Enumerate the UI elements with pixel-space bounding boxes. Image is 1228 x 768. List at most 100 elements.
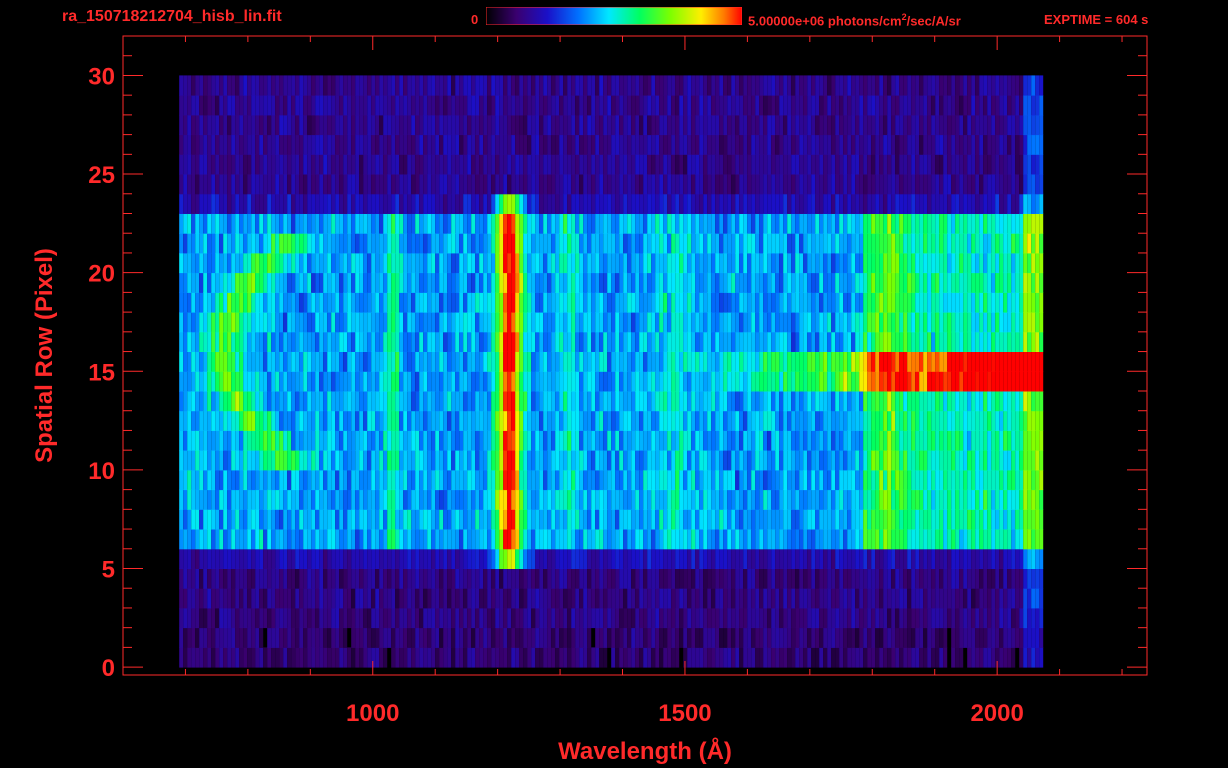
heatmap-cell bbox=[451, 489, 456, 510]
heatmap-cell bbox=[851, 607, 856, 629]
heatmap-cell bbox=[327, 529, 332, 550]
heatmap-cell bbox=[823, 469, 828, 491]
heatmap-cell bbox=[623, 647, 628, 668]
heatmap-cell bbox=[723, 450, 728, 471]
heatmap-cell bbox=[207, 548, 212, 569]
heatmap-cell bbox=[287, 607, 292, 629]
heatmap-cell bbox=[935, 331, 940, 352]
heatmap-cell bbox=[283, 627, 288, 648]
heatmap-cell bbox=[759, 252, 764, 274]
heatmap-cell bbox=[303, 489, 308, 510]
heatmap-cell bbox=[655, 489, 660, 510]
heatmap-cell bbox=[679, 489, 684, 510]
heatmap-cell bbox=[767, 213, 772, 234]
heatmap-cell bbox=[879, 292, 884, 313]
heatmap-cell bbox=[339, 233, 344, 254]
heatmap-cell bbox=[667, 489, 672, 510]
heatmap-cell bbox=[611, 351, 616, 372]
heatmap-cell bbox=[335, 529, 340, 550]
heatmap-cell bbox=[607, 509, 612, 530]
heatmap-cell bbox=[795, 233, 800, 254]
heatmap-cell bbox=[683, 252, 688, 274]
heatmap-cell bbox=[319, 410, 324, 431]
heatmap-cell bbox=[823, 588, 828, 609]
heatmap-cell bbox=[907, 312, 912, 333]
heatmap-cell bbox=[659, 233, 664, 254]
heatmap-cell bbox=[227, 351, 232, 372]
heatmap-cell bbox=[699, 410, 704, 431]
heatmap-cell bbox=[867, 548, 872, 569]
heatmap-cell bbox=[259, 193, 264, 214]
heatmap-cell bbox=[435, 450, 440, 471]
heatmap-cell bbox=[611, 529, 616, 550]
heatmap-cell bbox=[219, 529, 224, 550]
heatmap-cell bbox=[507, 568, 512, 589]
heatmap-cell bbox=[827, 607, 832, 629]
heatmap-cell bbox=[303, 312, 308, 333]
heatmap-cell bbox=[703, 509, 708, 530]
heatmap-cell bbox=[307, 627, 312, 648]
heatmap-cell bbox=[807, 489, 812, 510]
heatmap-cell bbox=[1015, 509, 1020, 530]
heatmap-cell bbox=[535, 627, 540, 648]
heatmap-cell bbox=[403, 627, 408, 648]
heatmap-cell bbox=[199, 351, 204, 372]
heatmap-cell bbox=[447, 391, 452, 412]
heatmap-cell bbox=[239, 391, 244, 412]
heatmap-cell bbox=[751, 312, 756, 333]
heatmap-cell bbox=[775, 252, 780, 274]
heatmap-cell bbox=[675, 489, 680, 510]
heatmap-cell bbox=[515, 489, 520, 510]
heatmap-cell bbox=[263, 272, 268, 293]
heatmap-cell bbox=[323, 252, 328, 274]
heatmap-cell bbox=[503, 391, 508, 412]
heatmap-cell bbox=[215, 529, 220, 550]
heatmap-cell bbox=[491, 272, 496, 293]
heatmap-cell bbox=[623, 391, 628, 412]
heatmap-cell bbox=[975, 607, 980, 629]
heatmap-cell bbox=[515, 469, 520, 491]
heatmap-cell bbox=[195, 588, 200, 609]
heatmap-cell bbox=[867, 410, 872, 431]
heatmap-cell bbox=[939, 292, 944, 313]
heatmap-cell bbox=[991, 450, 996, 471]
heatmap-cell bbox=[255, 351, 260, 372]
heatmap-cell bbox=[767, 272, 772, 293]
heatmap-cell bbox=[571, 469, 576, 491]
heatmap-cell bbox=[223, 509, 228, 530]
heatmap-cell bbox=[739, 213, 744, 234]
heatmap-cell bbox=[971, 213, 976, 234]
heatmap-cell bbox=[511, 607, 516, 629]
heatmap-cell bbox=[619, 647, 624, 668]
heatmap-cell bbox=[647, 647, 652, 668]
heatmap-cell bbox=[1027, 588, 1032, 609]
heatmap-cell bbox=[1015, 450, 1020, 471]
heatmap-cell bbox=[179, 529, 184, 550]
heatmap-cell bbox=[279, 627, 284, 648]
heatmap-cell bbox=[523, 430, 528, 451]
heatmap-cell bbox=[759, 312, 764, 333]
heatmap-cell bbox=[291, 430, 296, 451]
heatmap-cell bbox=[515, 331, 520, 352]
heatmap-cell bbox=[219, 509, 224, 530]
heatmap-cell bbox=[835, 312, 840, 333]
heatmap-cell bbox=[943, 489, 948, 510]
heatmap-cell bbox=[331, 252, 336, 274]
heatmap-cell bbox=[827, 627, 832, 648]
heatmap-cell bbox=[611, 213, 616, 234]
heatmap-cell bbox=[215, 351, 220, 372]
heatmap-cell bbox=[987, 588, 992, 609]
heatmap-cell bbox=[943, 331, 948, 352]
heatmap-cell bbox=[507, 331, 512, 352]
heatmap-cell bbox=[875, 213, 880, 234]
heatmap-cell bbox=[247, 252, 252, 274]
heatmap-cell bbox=[195, 627, 200, 648]
heatmap-cell bbox=[823, 371, 828, 392]
heatmap-cell bbox=[587, 509, 592, 530]
heatmap-cell bbox=[591, 607, 596, 629]
heatmap-cell bbox=[295, 292, 300, 313]
heatmap-cell bbox=[871, 489, 876, 510]
heatmap-cell bbox=[499, 391, 504, 412]
heatmap-cell bbox=[739, 450, 744, 471]
heatmap-cell bbox=[959, 371, 964, 392]
